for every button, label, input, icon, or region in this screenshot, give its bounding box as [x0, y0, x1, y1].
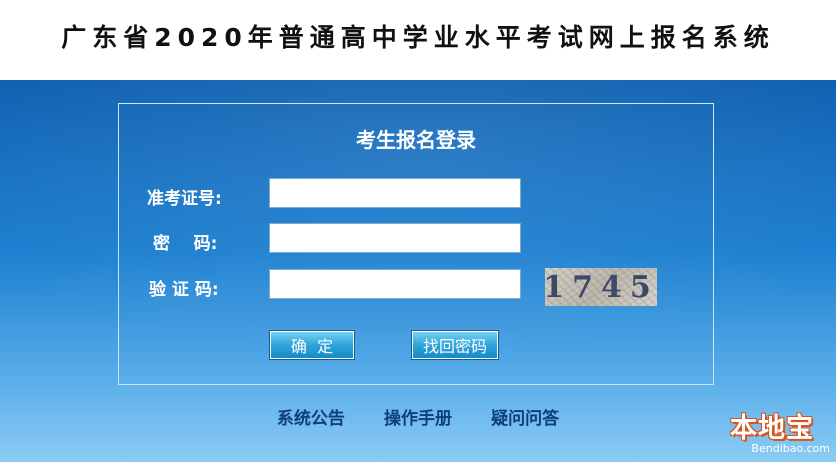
recover-password-button[interactable]: 找回密码	[411, 330, 499, 360]
captcha-input[interactable]	[269, 269, 521, 299]
link-user-manual[interactable]: 操作手册	[384, 404, 452, 429]
captcha-code: 1745	[545, 269, 657, 305]
exam-id-label: 准考证号:	[147, 189, 222, 209]
confirm-button[interactable]: 确 定	[269, 330, 355, 360]
footer-links: 系统公告 操作手册 疑问问答	[0, 404, 836, 429]
password-input[interactable]	[269, 223, 521, 253]
main-area: 考生报名登录 准考证号: 密 码: 验 证 码: 1745 确 定 找回密码 系…	[0, 80, 836, 462]
watermark-domain: Bendibao.com	[751, 442, 830, 455]
page-title: 广东省2020年普通高中学业水平考试网上报名系统	[61, 23, 775, 52]
exam-id-input[interactable]	[269, 178, 521, 208]
link-faq[interactable]: 疑问问答	[491, 404, 559, 429]
link-system-notice[interactable]: 系统公告	[277, 404, 345, 429]
captcha-label: 验 证 码:	[149, 280, 219, 300]
watermark-logo-text: 本地宝	[730, 413, 814, 444]
captcha-image[interactable]: 1745	[545, 268, 657, 306]
bendibao-watermark-logo: 本地宝 Bendibao.com	[712, 402, 830, 458]
password-label: 密 码:	[153, 234, 218, 254]
login-panel: 考生报名登录 准考证号: 密 码: 验 证 码: 1745 确 定 找回密码	[118, 103, 714, 385]
page-header: 广东省2020年普通高中学业水平考试网上报名系统	[0, 0, 836, 80]
login-title: 考生报名登录	[356, 128, 476, 152]
